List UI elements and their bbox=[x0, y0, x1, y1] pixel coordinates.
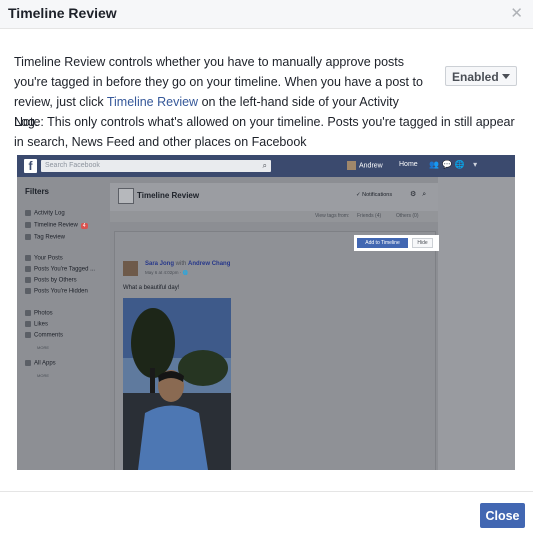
filter-timeline-review: Timeline Review 4 bbox=[25, 222, 88, 229]
posts-icon bbox=[25, 277, 31, 283]
fb-user: Andrew bbox=[347, 161, 383, 170]
post-actions: Add to Timeline Hide bbox=[354, 235, 439, 251]
filters-title: Filters bbox=[25, 187, 50, 196]
avatar bbox=[347, 161, 356, 170]
filter-likes: Likes bbox=[25, 321, 48, 328]
filter-all-apps: All Apps bbox=[25, 360, 56, 367]
apps-icon bbox=[25, 360, 31, 366]
count-badge: 4 bbox=[80, 222, 88, 229]
facebook-top-bar: f Search Facebook ⌕ Andrew Home 👥💬🌐 ▾ bbox=[17, 155, 515, 177]
timeline-review-icon bbox=[118, 188, 134, 204]
close-icon[interactable]: ✕ bbox=[510, 4, 523, 22]
filter-your-posts: Your Posts bbox=[25, 255, 63, 262]
caret-down-icon bbox=[502, 74, 510, 79]
tag-icon bbox=[25, 266, 31, 272]
filter-activity-log: Activity Log bbox=[25, 210, 65, 217]
like-icon bbox=[25, 321, 31, 327]
timeline-review-icon bbox=[25, 222, 31, 228]
person-icon bbox=[25, 255, 31, 261]
add-to-timeline-button: Add to Timeline bbox=[357, 238, 408, 248]
footer-divider bbox=[0, 491, 533, 492]
fb-home: Home bbox=[399, 161, 418, 168]
more-link-2: MORE bbox=[37, 373, 49, 378]
others-radio: Others (0) bbox=[396, 213, 419, 219]
photo-icon bbox=[25, 310, 31, 316]
timeline-review-header: Timeline Review ✓ Notifications ⚙⌕ bbox=[110, 183, 438, 212]
activity-log-icon bbox=[25, 210, 31, 216]
post-photo bbox=[123, 298, 231, 470]
view-tags-bar: View tags from: Friends (4) Others (0) bbox=[110, 211, 438, 222]
facebook-logo-icon: f bbox=[24, 159, 37, 173]
right-column bbox=[438, 177, 515, 470]
fb-nav-icons: 👥💬🌐 ▾ bbox=[429, 160, 481, 169]
filter-tag-review: Tag Review bbox=[25, 234, 65, 241]
more-link: MORE bbox=[37, 345, 49, 350]
post-author-avatar bbox=[123, 261, 138, 276]
filter-photos: Photos bbox=[25, 310, 53, 317]
fb-search-box: Search Facebook ⌕ bbox=[41, 160, 271, 172]
search-icon: ⌕ bbox=[262, 161, 267, 170]
filter-comments: Comments bbox=[25, 332, 63, 339]
filter-posts-tagged: Posts You're Tagged ... bbox=[25, 266, 95, 273]
post-author: Sara Jong with Andrew Chang bbox=[145, 261, 231, 267]
post-text: What a beautiful day! bbox=[123, 285, 180, 291]
timeline-review-heading: Timeline Review bbox=[137, 191, 200, 200]
comment-icon bbox=[25, 332, 31, 338]
enabled-dropdown[interactable]: Enabled bbox=[445, 66, 517, 86]
activity-log-screenshot: f Search Facebook ⌕ Andrew Home 👥💬🌐 ▾ Fil… bbox=[17, 155, 515, 470]
dialog-header: Timeline Review ✕ bbox=[0, 0, 533, 29]
hide-button: Hide bbox=[412, 238, 433, 248]
filter-posts-hidden: Posts You're Hidden bbox=[25, 288, 88, 295]
filter-posts-by-others: Posts by Others bbox=[25, 277, 77, 284]
settings-icon: ⚙⌕ bbox=[410, 191, 433, 198]
friends-radio: Friends (4) bbox=[357, 213, 382, 219]
notifications-toggle: ✓ Notifications bbox=[356, 192, 393, 198]
dialog-title: Timeline Review bbox=[8, 5, 117, 21]
timeline-review-link[interactable]: Timeline Review bbox=[107, 95, 198, 109]
hidden-icon bbox=[25, 288, 31, 294]
tag-icon bbox=[25, 234, 31, 240]
post-date: May 6 at 4:02pm · 🌐 bbox=[145, 270, 189, 275]
close-button[interactable]: Close bbox=[480, 503, 525, 528]
enabled-dropdown-label: Enabled bbox=[452, 70, 499, 84]
note-paragraph: Note: This only controls what's allowed … bbox=[14, 115, 515, 149]
